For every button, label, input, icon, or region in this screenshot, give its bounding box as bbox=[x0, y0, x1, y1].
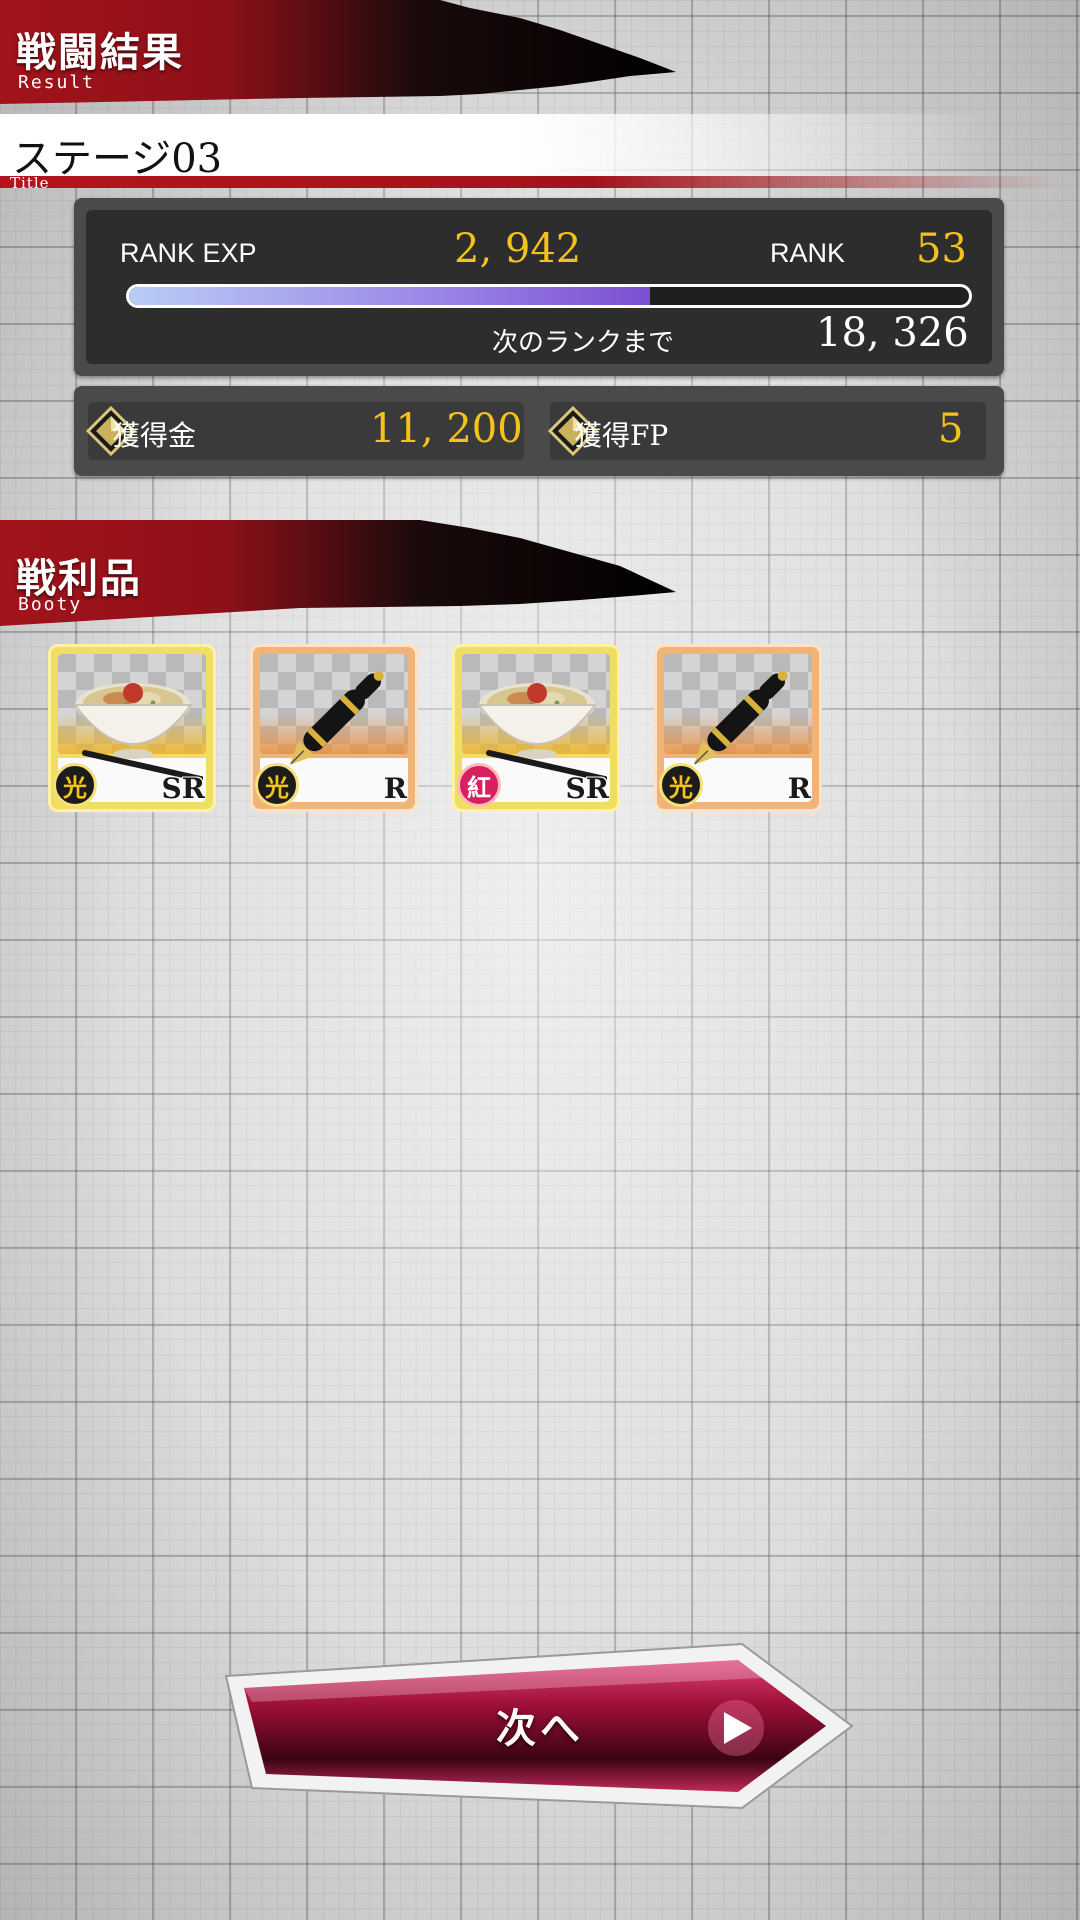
booty-item-card[interactable]: 紅 SR bbox=[452, 644, 620, 812]
result-banner: 戦闘結果 Result bbox=[0, 0, 680, 112]
rank-exp-progress-fill bbox=[129, 287, 650, 305]
element-badge: 光 bbox=[255, 763, 299, 807]
booty-item-card[interactable]: 光 R bbox=[250, 644, 418, 812]
gains-panel: 獲得金 11, 200 獲得FP 5 bbox=[74, 386, 1004, 476]
next-button[interactable]: 次へ bbox=[222, 1636, 858, 1816]
element-badge: 紅 bbox=[457, 763, 501, 807]
stage-title-bar: ステージ03 Title bbox=[0, 114, 1080, 192]
next-button-label: 次へ bbox=[496, 1705, 584, 1752]
rank-exp-panel-inner: RANK EXP 2, 942 RANK 53 次のランクまで 18, 326 bbox=[86, 210, 992, 364]
rarity-label: R bbox=[383, 772, 407, 805]
rank-exp-panel: RANK EXP 2, 942 RANK 53 次のランクまで 18, 326 bbox=[74, 198, 1004, 376]
booty-subtitle: Booty bbox=[18, 594, 83, 615]
rank-exp-value: 2, 942 bbox=[454, 226, 582, 272]
fountain-pen-icon bbox=[289, 670, 384, 765]
money-gain-label: 獲得金 bbox=[112, 419, 197, 452]
element-badge: 光 bbox=[659, 763, 703, 807]
fp-gain-value: 5 bbox=[938, 406, 964, 452]
fp-gain-box: 獲得FP 5 bbox=[548, 402, 986, 460]
rarity-label: R bbox=[787, 772, 811, 805]
rank-exp-label: RANK EXP bbox=[120, 238, 257, 268]
ramen-bowl-icon bbox=[73, 683, 203, 782]
money-gain-value: 11, 200 bbox=[370, 406, 523, 452]
rank-exp-progress-bar bbox=[126, 284, 972, 308]
ramen-bowl-icon bbox=[477, 683, 607, 782]
rarity-label: SR bbox=[565, 772, 610, 805]
stage-subtitle: Title bbox=[10, 174, 50, 192]
booty-item-card[interactable]: 光 R bbox=[654, 644, 822, 812]
next-rank-value: 18, 326 bbox=[816, 310, 969, 356]
fountain-pen-icon bbox=[693, 670, 788, 765]
result-title: 戦闘結果 bbox=[16, 29, 184, 76]
money-gain-box: 獲得金 11, 200 bbox=[86, 402, 524, 460]
rank-value: 53 bbox=[916, 226, 967, 272]
next-rank-label: 次のランクまで bbox=[492, 328, 675, 358]
element-badge: 光 bbox=[53, 763, 97, 807]
rarity-label: SR bbox=[161, 772, 206, 805]
fp-gain-label: 獲得FP bbox=[574, 419, 669, 452]
booty-banner: 戦利品 Booty bbox=[0, 516, 680, 628]
result-subtitle: Result bbox=[18, 72, 96, 93]
rank-label: RANK bbox=[770, 238, 846, 268]
booty-item-card[interactable]: 光 SR bbox=[48, 644, 216, 812]
